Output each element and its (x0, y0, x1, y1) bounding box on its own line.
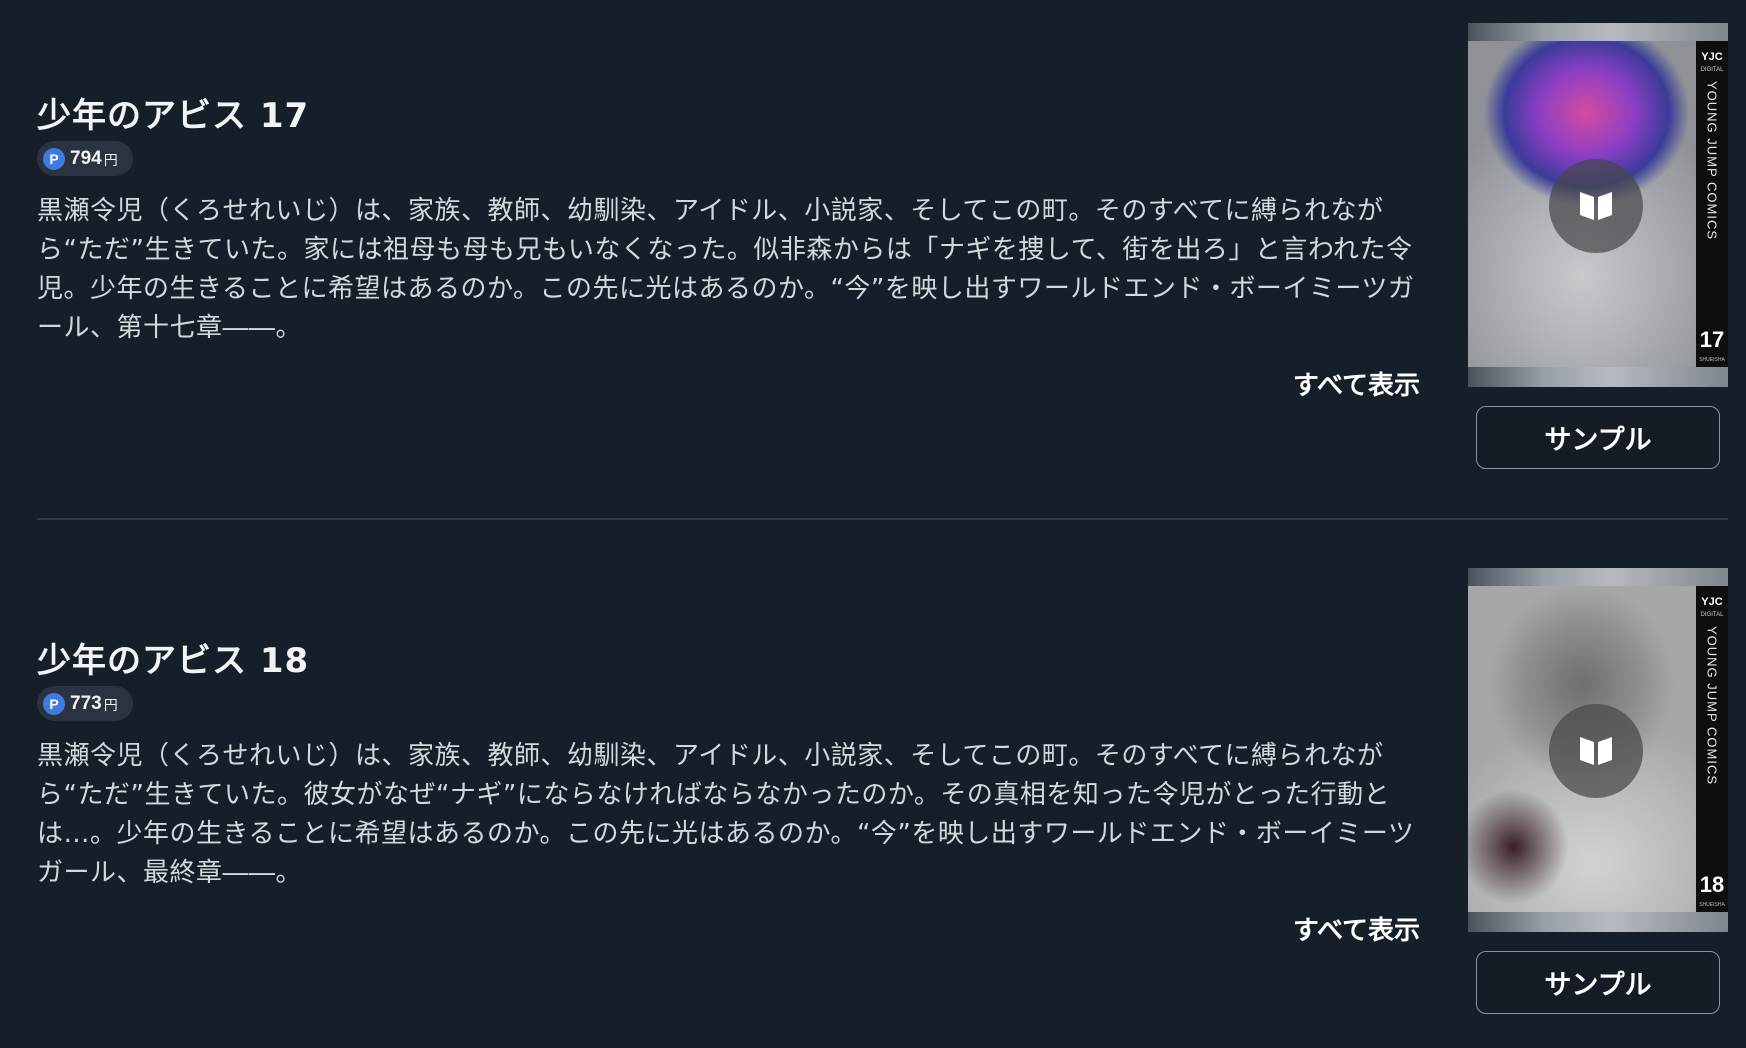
price-amount: 773 (70, 692, 102, 714)
open-book-icon (1580, 192, 1612, 220)
cover-spine: YJC DIGITAL YOUNG JUMP COMICS 18 SHUEISH… (1696, 586, 1728, 912)
price-unit: 円 (103, 698, 118, 714)
price-amount: 794 (70, 147, 102, 169)
cover-spine: YJC DIGITAL YOUNG JUMP COMICS 17 SHUEISH… (1696, 41, 1728, 367)
price-tag: P 773 円 (37, 686, 133, 721)
imprint-name: YOUNG JUMP COMICS (1704, 81, 1720, 241)
point-icon: P (43, 692, 65, 715)
imprint-badge: YJC (1701, 51, 1723, 63)
cover-volume-number: 17 (1699, 327, 1725, 352)
volume-title[interactable]: 少年のアビス 18 (37, 633, 309, 682)
volume-description: 黒瀬令児（くろせれいじ）は、家族、教師、幼馴染、アイドル、小説家、そしてこの町。… (37, 196, 1415, 343)
open-book-icon (1580, 737, 1612, 765)
sample-button[interactable]: サンプル (1476, 951, 1720, 1014)
book-cover[interactable]: YJC DIGITAL YOUNG JUMP COMICS 18 SHUEISH… (1468, 568, 1728, 932)
publisher-name: SHUEISHA (1699, 902, 1725, 908)
cover-volume-number: 18 (1699, 872, 1725, 897)
volume-item: 少年のアビス 18 P 773 円 黒瀬令児（くろせれいじ）は、家族、教師、幼馴… (0, 545, 1746, 1048)
book-cover[interactable]: YJC DIGITAL YOUNG JUMP COMICS 17 SHUEISH… (1468, 23, 1728, 387)
item-divider (37, 518, 1728, 520)
imprint-badge-sub: DIGITAL (1700, 612, 1724, 618)
sample-button[interactable]: サンプル (1476, 406, 1720, 469)
volume-list: 少年のアビス 17 P 794 円 黒瀬令児（くろせれいじ）は、家族、教師、幼馴… (0, 0, 1746, 1048)
price-unit: 円 (103, 153, 118, 169)
imprint-name: YOUNG JUMP COMICS (1704, 626, 1720, 786)
show-all-link[interactable]: すべて表示 (1270, 910, 1420, 947)
read-preview-button[interactable] (1549, 159, 1643, 253)
point-icon: P (43, 147, 65, 170)
volume-title[interactable]: 少年のアビス 17 (37, 88, 309, 137)
publisher-name: SHUEISHA (1699, 357, 1725, 363)
imprint-badge: YJC (1701, 596, 1723, 608)
volume-description: 黒瀬令児（くろせれいじ）は、家族、教師、幼馴染、アイドル、小説家、そしてこの町。… (37, 741, 1415, 888)
imprint-badge-sub: DIGITAL (1700, 67, 1724, 73)
show-all-link[interactable]: すべて表示 (1270, 365, 1420, 402)
read-preview-button[interactable] (1549, 704, 1643, 798)
volume-item: 少年のアビス 17 P 794 円 黒瀬令児（くろせれいじ）は、家族、教師、幼馴… (0, 0, 1746, 520)
price-tag: P 794 円 (37, 141, 133, 176)
